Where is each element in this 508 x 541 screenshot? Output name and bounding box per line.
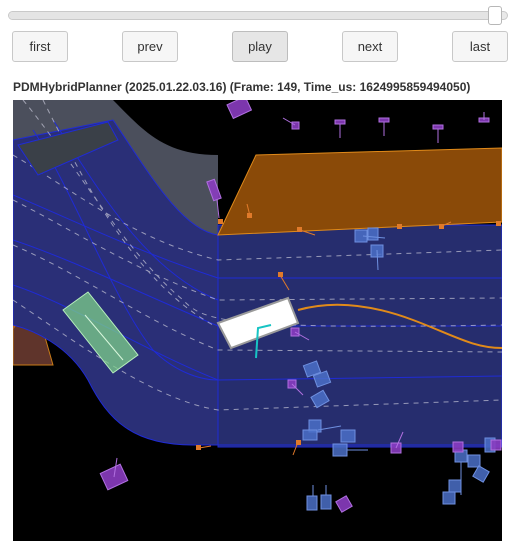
scene-map (13, 100, 502, 513)
scene-canvas (13, 100, 502, 541)
plot-title: PDMHybridPlanner (2025.01.22.03.16) (Fra… (13, 80, 471, 94)
slider-thumb[interactable] (488, 6, 502, 25)
first-button[interactable]: first (12, 31, 68, 62)
parking-lot-area (217, 147, 502, 236)
stop-marker-ego (278, 272, 283, 277)
slider-fill (9, 12, 495, 19)
frame-slider[interactable] (8, 6, 508, 25)
prev-button[interactable]: prev (122, 31, 178, 62)
last-button[interactable]: last (452, 31, 508, 62)
next-button[interactable]: next (342, 31, 398, 62)
play-button[interactable]: play (232, 31, 288, 62)
